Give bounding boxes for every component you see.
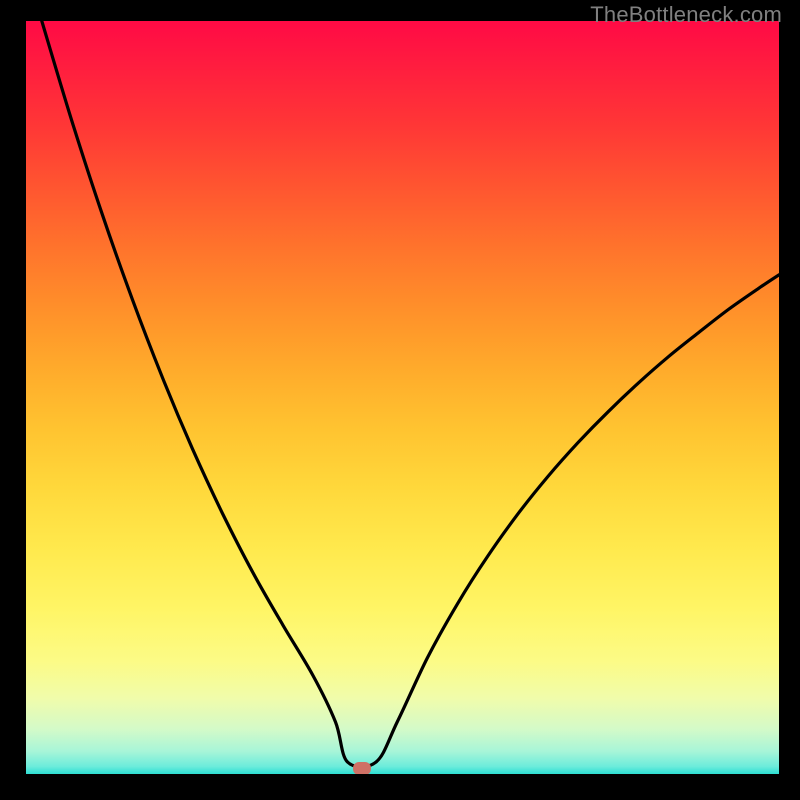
watermark-text: TheBottleneck.com [590, 2, 782, 28]
bottleneck-curve [26, 21, 779, 774]
chart-frame [13, 0, 798, 786]
plot-area [26, 21, 779, 774]
optimal-point-marker [353, 762, 371, 774]
